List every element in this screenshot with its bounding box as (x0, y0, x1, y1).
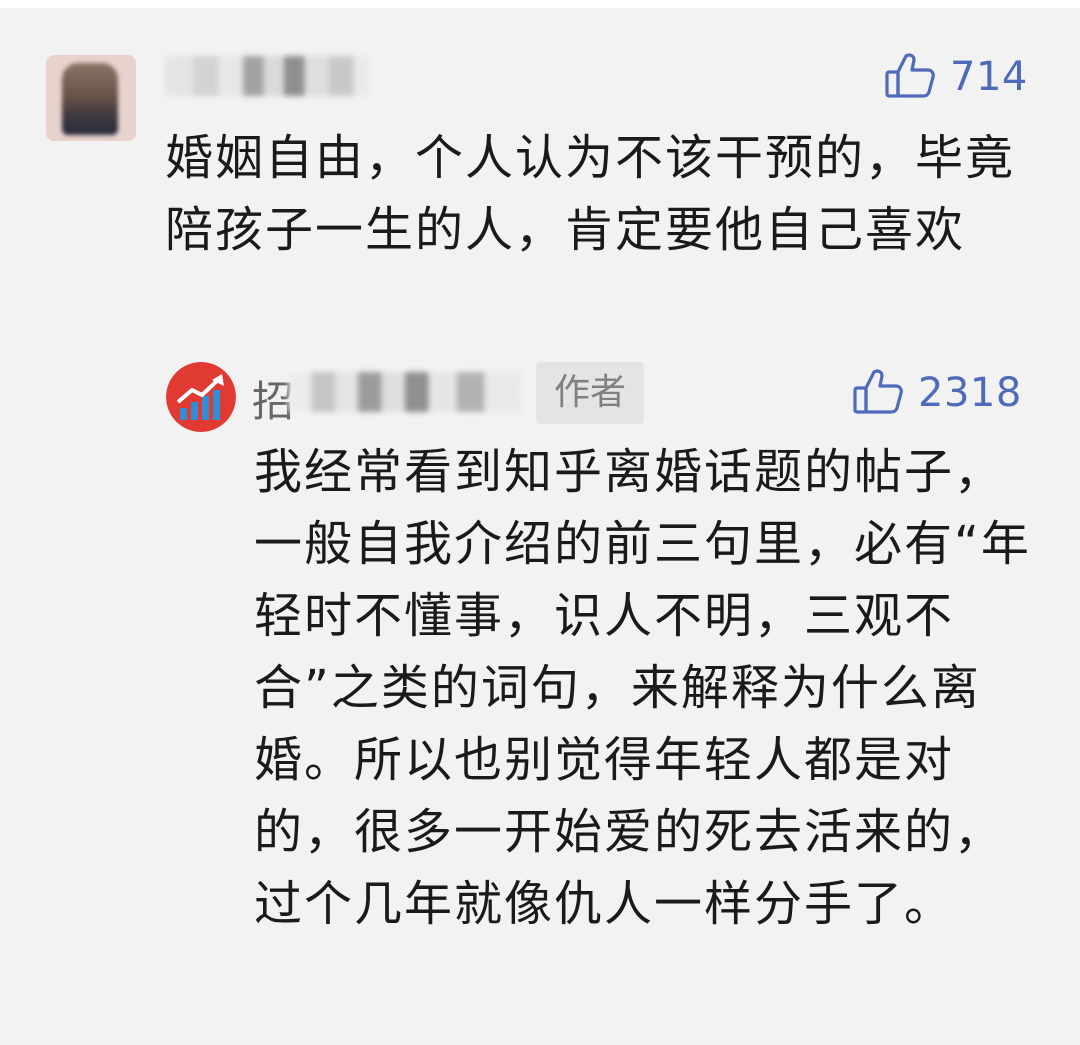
thumbs-up-icon (884, 52, 936, 102)
author-badge: 作者 (536, 362, 645, 424)
reply-like-count: 2318 (918, 370, 1022, 416)
rising-chart-icon[interactable] (166, 362, 236, 432)
thumbs-up-icon (852, 368, 904, 418)
like-count: 714 (950, 54, 1028, 100)
avatar-image (62, 63, 118, 135)
reply-text: 我经常看到知乎离婚话题的帖子，一般自我介绍的前三句里，必有“年轻时不懂事，识人不… (254, 444, 1031, 932)
like-button[interactable]: 714 (884, 52, 1028, 102)
comment-text: 婚姻自由，个人认为不该干预的，毕竟陪孩子一生的人，肯定要他自己喜欢 (165, 130, 1016, 258)
avatar[interactable] (46, 55, 136, 141)
top-divider (0, 0, 1080, 8)
username-obscured[interactable] (165, 56, 370, 96)
author-name-obscured[interactable] (288, 372, 522, 412)
reply-like-button[interactable]: 2318 (852, 368, 1022, 418)
